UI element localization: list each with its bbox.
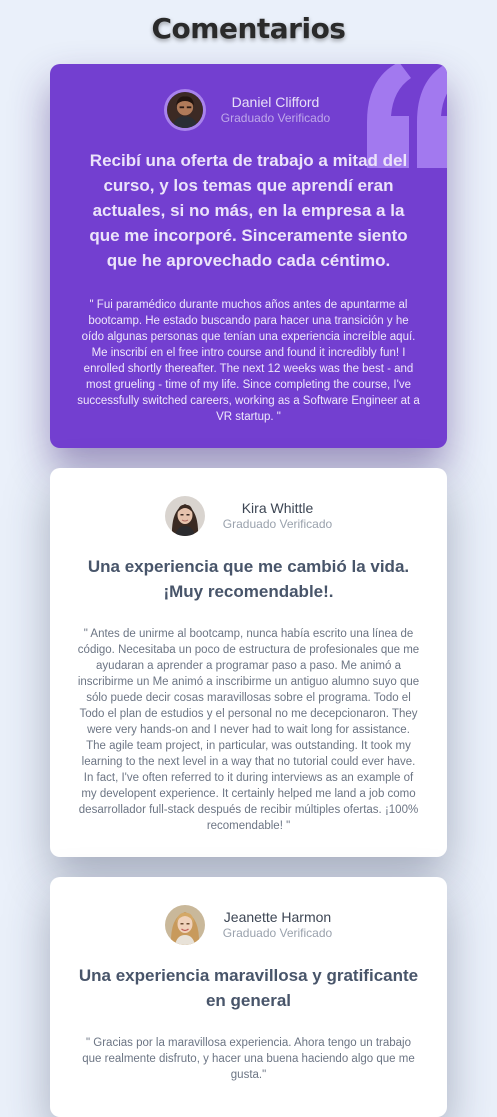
testimonial-headline: Recibí una oferta de trabajo a mitad del… (89, 151, 408, 270)
avatar (166, 92, 203, 128)
testimonial-body: " Antes de unirme al bootcamp, nunca hab… (77, 628, 420, 832)
testimonial-card: Kira Whittle Graduado Verificado Una exp… (50, 468, 447, 857)
author-role: Graduado Verificado (222, 517, 333, 532)
testimonial-card: Jeanette Harmon Graduado Verificado Una … (50, 877, 447, 1117)
author-role: Graduado Verificado (222, 926, 333, 941)
testimonial-author: Jeanette Harmon Graduado Verificado (76, 905, 421, 945)
avatar (164, 496, 205, 536)
testimonial-author: Kira Whittle Graduado Verificado (76, 496, 421, 536)
testimonial-author: Daniel Clifford Graduado Verificado (76, 92, 421, 128)
author-name: Jeanette Harmon (223, 908, 332, 925)
page-title: Comentarios (151, 12, 346, 45)
author-role: Graduado Verificado (220, 111, 331, 126)
author-name: Daniel Clifford (231, 93, 320, 110)
author-name: Kira Whittle (241, 499, 314, 516)
testimonial-body: " Fui paramédico durante muchos años ant… (77, 299, 420, 423)
testimonial-headline: Una experiencia maravillosa y gratifican… (78, 966, 419, 1010)
testimonial-card: Daniel Clifford Graduado Verificado Reci… (50, 64, 447, 448)
testimonial-body: " Gracias por la maravillosa experiencia… (82, 1037, 415, 1081)
avatar (164, 905, 205, 945)
testimonial-headline: Una experiencia que me cambió la vida. ¡… (87, 557, 410, 601)
